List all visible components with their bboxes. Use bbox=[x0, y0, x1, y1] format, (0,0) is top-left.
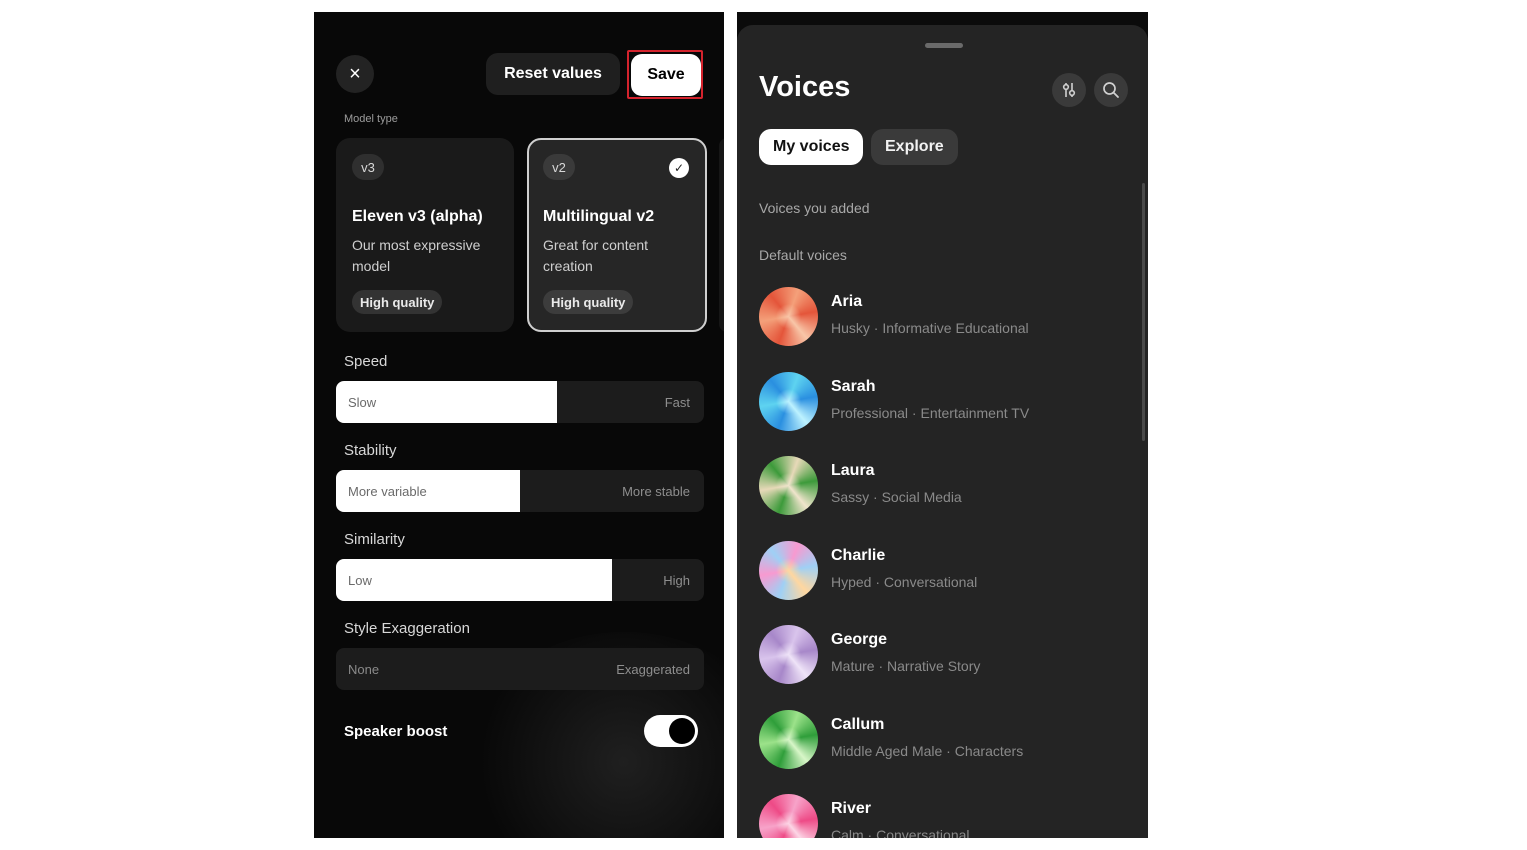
voices-panel: Voices My voices Explore Voices you adde… bbox=[737, 12, 1148, 838]
speaker-boost-toggle[interactable] bbox=[644, 715, 698, 747]
page-title: Voices bbox=[759, 71, 851, 103]
voice-row-charlie[interactable]: Charlie Hyped · Conversational bbox=[759, 540, 1129, 603]
voice-description: Sassy · Social Media bbox=[831, 489, 962, 505]
voices-sheet: Voices My voices Explore Voices you adde… bbox=[737, 25, 1148, 838]
default-voices-heading: Default voices bbox=[759, 247, 847, 263]
voice-description: Mature · Narrative Story bbox=[831, 658, 981, 674]
speed-title: Speed bbox=[344, 353, 388, 370]
voice-settings-panel: × Reset values Save Model type v3 Eleven… bbox=[314, 12, 724, 838]
stability-slider[interactable]: More variable More stable bbox=[336, 470, 704, 512]
speaker-boost-label: Speaker boost bbox=[344, 723, 448, 740]
speed-slider[interactable]: Slow Fast bbox=[336, 381, 704, 423]
toggle-knob bbox=[669, 718, 695, 744]
model-name: Multilingual v2 bbox=[543, 208, 655, 225]
voice-row-sarah[interactable]: Sarah Professional · Entertainment TV bbox=[759, 371, 1129, 434]
close-button[interactable]: × bbox=[336, 55, 374, 93]
stability-max-label: More stable bbox=[622, 483, 690, 499]
similarity-slider[interactable]: Low High bbox=[336, 559, 704, 601]
voice-description: Husky · Informative Educational bbox=[831, 320, 1029, 336]
search-icon bbox=[1103, 82, 1119, 98]
quality-badge: High quality bbox=[352, 290, 443, 314]
voice-description: Calm · Conversational bbox=[831, 827, 970, 838]
model-card-v2[interactable]: v2 ✓ Multilingual v2 Great for content c… bbox=[527, 138, 707, 332]
quality-badge: High quality bbox=[543, 290, 634, 314]
version-badge: v3 bbox=[352, 154, 384, 180]
similarity-max-label: High bbox=[663, 572, 690, 588]
scrollbar[interactable] bbox=[1142, 183, 1145, 441]
voice-name: Charlie bbox=[831, 546, 886, 564]
similarity-min-label: Low bbox=[348, 572, 372, 588]
voice-name: George bbox=[831, 631, 888, 648]
voice-row-aria[interactable]: Aria Husky · Informative Educational bbox=[759, 287, 1129, 349]
voice-avatar bbox=[759, 709, 818, 769]
voice-avatar bbox=[759, 456, 818, 515]
speed-max-label: Fast bbox=[664, 394, 690, 410]
drag-handle[interactable] bbox=[925, 43, 963, 48]
next-model-card-peek[interactable] bbox=[719, 138, 724, 332]
stability-min-label: More variable bbox=[348, 483, 427, 499]
filter-button[interactable] bbox=[1052, 73, 1086, 107]
speed-min-label: Slow bbox=[348, 394, 377, 410]
model-name: Eleven v3 (alpha) bbox=[352, 208, 483, 225]
voice-avatar bbox=[759, 287, 818, 346]
similarity-slider-fill bbox=[336, 559, 612, 601]
tab-my-voices[interactable]: My voices bbox=[759, 129, 864, 165]
version-badge: v2 bbox=[543, 154, 575, 180]
voice-avatar bbox=[759, 371, 818, 431]
voice-description: Hyped · Conversational bbox=[831, 573, 978, 590]
model-description: Great for content creation bbox=[543, 237, 649, 274]
style-exaggeration-title: Style Exaggeration bbox=[344, 620, 470, 637]
close-icon: × bbox=[349, 62, 361, 85]
stability-title: Stability bbox=[344, 442, 397, 459]
similarity-title: Similarity bbox=[344, 531, 405, 548]
voice-description: Middle Aged Male · Characters bbox=[831, 742, 1024, 759]
voice-description: Professional · Entertainment TV bbox=[831, 404, 1030, 421]
tab-explore[interactable]: Explore bbox=[871, 129, 958, 165]
search-button[interactable] bbox=[1094, 73, 1128, 107]
voice-row-george[interactable]: George Mature · Narrative Story bbox=[759, 625, 1129, 687]
voice-avatar bbox=[759, 794, 818, 838]
voice-name: Sarah bbox=[831, 377, 876, 395]
style-min-label: None bbox=[348, 661, 380, 677]
voice-name: Aria bbox=[831, 293, 863, 310]
model-type-label: Model type bbox=[344, 113, 398, 125]
voice-row-laura[interactable]: Laura Sassy · Social Media bbox=[759, 456, 1129, 518]
reset-values-button[interactable]: Reset values bbox=[486, 53, 620, 95]
voice-avatar bbox=[759, 540, 818, 600]
voice-name: Laura bbox=[831, 462, 875, 479]
voice-row-river[interactable]: River Calm · Conversational bbox=[759, 794, 1129, 838]
save-button[interactable]: Save bbox=[631, 54, 701, 96]
voice-name: Callum bbox=[831, 715, 885, 733]
style-max-label: Exaggerated bbox=[616, 661, 690, 677]
voice-name: River bbox=[831, 800, 872, 817]
voice-avatar bbox=[759, 625, 818, 684]
sliders-icon bbox=[1062, 83, 1076, 97]
model-card-v3[interactable]: v3 Eleven v3 (alpha) Our most expressive… bbox=[336, 138, 514, 332]
voices-added-heading: Voices you added bbox=[759, 200, 870, 216]
model-description: Our most expressive model bbox=[352, 237, 481, 274]
style-exaggeration-slider[interactable]: None Exaggerated bbox=[336, 648, 704, 690]
voice-row-callum[interactable]: Callum Middle Aged Male · Characters bbox=[759, 709, 1129, 772]
checkmark-icon: ✓ bbox=[669, 158, 689, 178]
